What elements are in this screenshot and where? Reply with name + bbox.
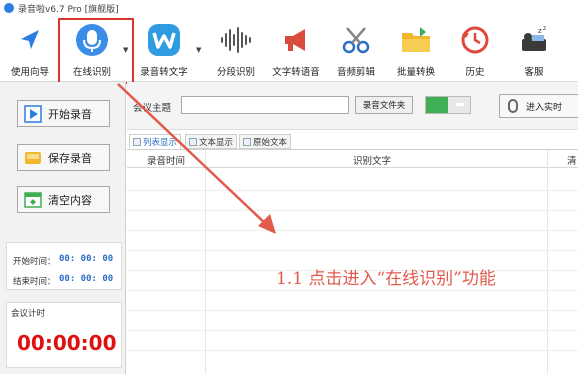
toolbar-batch-convert-label: 批量转换 [396,67,435,78]
left-control-panel: 开始录音 保存录音 清空内容 开始时间： 00: 00: 00 结束时间： 00… [0,82,126,374]
clear-content-label: 清空内容 [48,193,92,207]
meeting-timer-label: 会议计时 [11,309,46,319]
recording-folder-button[interactable]: 录音文件夹 [355,96,413,114]
table-row-line [127,210,578,211]
tab-list-view-label: 列表显示 [143,137,178,148]
folder-icon [398,22,434,58]
start-recording-button[interactable]: 开始录音 [17,100,110,127]
toolbar-guide-button[interactable]: 使用向导 [4,18,56,80]
time-info-box: 开始时间： 00: 00: 00 结束时间： 00: 00: 00 [6,242,122,290]
end-time-value: 00: 00: 00 [59,274,114,284]
start-recording-label: 开始录音 [48,107,92,121]
toggle-knob [456,103,464,106]
window-title: 录音啦v6.7 Pro [旗舰版] [18,4,119,15]
table-column-divider [205,150,206,374]
table-row-line [127,230,578,231]
audio-to-text-dropdown[interactable]: ▼ [196,46,201,54]
tab-text-view-label: 文本显示 [199,137,234,148]
megaphone-icon [278,22,314,58]
meeting-topic-input[interactable] [181,96,349,114]
table-row-line [127,190,578,191]
navigation-arrow-icon [12,22,48,58]
toolbar-batch-convert-button[interactable]: 批量转换 [390,18,442,80]
tab-raw-text-label: 原始文本 [253,137,288,148]
online-recognition-highlight-box [58,18,134,84]
toolbar-history-button[interactable]: 历史 [452,18,498,80]
toolbar-history-label: 历史 [465,67,485,78]
enter-realtime-button[interactable]: 进入实时 [499,94,578,118]
column-header-time: 录音时间 [147,156,186,167]
raw-text-icon [243,137,251,146]
mode-toggle-switch[interactable] [425,96,471,114]
w-badge-icon [146,22,182,58]
meeting-timer-value: 00:00:00 [17,331,117,355]
toolbar-guide-label: 使用向导 [10,67,49,78]
table-column-divider [547,150,548,374]
toolbar-audio-edit-label: 音频剪辑 [336,67,375,78]
microphone-icon [508,99,518,113]
toggle-on-segment [426,97,448,113]
tab-raw-text[interactable]: 原始文本 [239,134,292,149]
table-row-line [127,330,578,331]
table-row-line [127,290,578,291]
scissors-icon [338,22,374,58]
start-time-value: 00: 00: 00 [59,254,114,264]
play-icon [24,104,42,123]
meeting-topic-label: 会议主题 [133,103,172,114]
svg-text:z: z [543,25,546,32]
svg-text:z: z [538,27,542,35]
toolbar-audio-edit-button[interactable]: 音频剪辑 [330,18,382,80]
toolbar-audio-to-text-button[interactable]: 录音转文字 [136,18,192,80]
start-time-label: 开始时间： [13,257,56,267]
save-recording-label: 保存录音 [48,151,92,165]
tab-text-view[interactable]: 文本显示 [185,134,238,149]
enter-realtime-label: 进入实时 [526,102,563,113]
save-icon [24,149,42,167]
meeting-topic-bar: 会议主题 录音文件夹 进入实时 [127,82,578,130]
table-row-line [127,310,578,311]
clear-icon [24,191,42,209]
column-header-extra: 清 [567,156,577,167]
tab-list-view[interactable]: 列表显示 [129,134,182,149]
toolbar-text-to-speech-button[interactable]: 文字转语音 [266,18,326,80]
support-icon: zz [516,22,552,58]
save-recording-button[interactable]: 保存录音 [17,144,110,171]
list-view-icon [133,137,141,146]
toolbar-segment-recognition-button[interactable]: 分段识别 [210,18,262,80]
table-row-line [127,350,578,351]
table-row-line [127,250,578,251]
toolbar-text-to-speech-label: 文字转语音 [272,67,320,78]
toolbar-segment-recognition-label: 分段识别 [216,67,255,78]
history-clock-icon [457,22,493,58]
waveform-icon [218,22,254,58]
end-time-label: 结束时间： [13,277,56,287]
text-view-icon [189,137,197,146]
clear-content-button[interactable]: 清空内容 [17,186,110,213]
annotation-text: 1.1 点击进入“在线识别”功能 [276,269,496,289]
toolbar-support-label: 客服 [524,67,544,78]
table-header: 录音时间 识别文字 清 [127,150,578,168]
toolbar-support-button[interactable]: zz 客服 [508,18,560,80]
app-logo-icon [4,3,14,13]
toolbar-audio-to-text-label: 录音转文字 [140,67,188,78]
recognition-table: 录音时间 识别文字 清 [127,149,578,374]
view-tabs: 列表显示 文本显示 原始文本 [127,134,578,150]
meeting-timer-box: 会议计时 00:00:00 [6,302,122,368]
title-bar: 录音啦v6.7 Pro [旗舰版] [0,0,578,16]
column-header-text: 识别文字 [353,156,392,167]
